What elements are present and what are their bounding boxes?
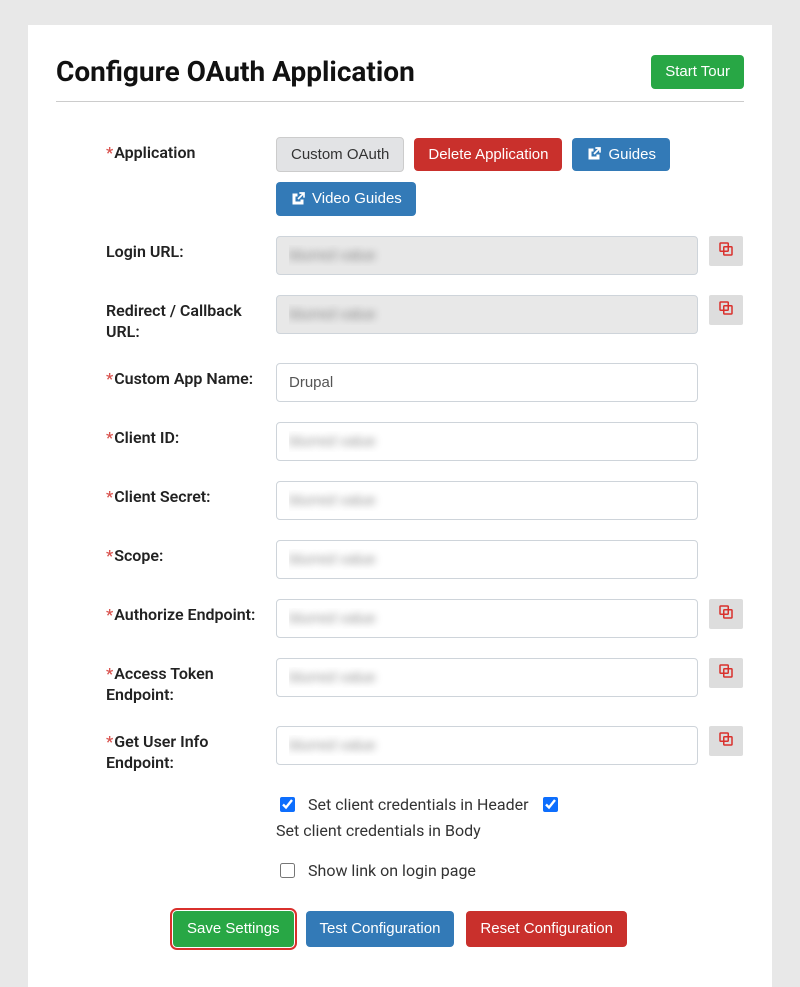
copy-icon: [717, 730, 735, 751]
scope-input[interactable]: [276, 540, 698, 579]
copy-icon: [717, 299, 735, 320]
copy-icon: [717, 240, 735, 261]
save-settings-button[interactable]: Save Settings: [173, 911, 294, 947]
guides-button[interactable]: Guides: [572, 138, 670, 172]
copy-login-url-button[interactable]: [709, 236, 743, 266]
scope-label: *Scope:: [106, 540, 276, 567]
copy-redirect-url-button[interactable]: [709, 295, 743, 325]
application-dropdown[interactable]: Custom OAuth: [276, 137, 404, 173]
test-configuration-button[interactable]: Test Configuration: [306, 911, 455, 947]
access-token-endpoint-input[interactable]: [276, 658, 698, 697]
authorize-endpoint-label: *Authorize Endpoint:: [106, 599, 276, 626]
copy-access-token-button[interactable]: [709, 658, 743, 688]
external-link-icon: [290, 191, 306, 207]
application-label: *Application: [106, 137, 276, 164]
start-tour-button[interactable]: Start Tour: [651, 55, 744, 89]
delete-application-button[interactable]: Delete Application: [414, 138, 562, 172]
page-title: Configure OAuth Application: [56, 55, 415, 88]
redirect-url-input: [276, 295, 698, 334]
show-link-checkbox[interactable]: [280, 863, 295, 878]
credentials-body-label: Set client credentials in Body: [276, 821, 481, 840]
client-secret-input[interactable]: [276, 481, 698, 520]
show-link-label: Show link on login page: [308, 861, 476, 880]
login-url-input: [276, 236, 698, 275]
client-id-label: *Client ID:: [106, 422, 276, 449]
credentials-body-checkbox[interactable]: [543, 797, 558, 812]
credentials-header-label: Set client credentials in Header: [308, 795, 529, 814]
video-guides-button[interactable]: Video Guides: [276, 182, 416, 216]
copy-icon: [717, 603, 735, 624]
custom-app-name-input[interactable]: [276, 363, 698, 402]
reset-configuration-button[interactable]: Reset Configuration: [466, 911, 627, 947]
access-token-endpoint-label: *Access Token Endpoint:: [106, 658, 276, 706]
credentials-header-checkbox[interactable]: [280, 797, 295, 812]
userinfo-endpoint-label: *Get User Info Endpoint:: [106, 726, 276, 774]
client-id-input[interactable]: [276, 422, 698, 461]
client-secret-label: *Client Secret:: [106, 481, 276, 508]
external-link-icon: [586, 146, 602, 162]
divider: [56, 101, 744, 102]
redirect-url-label: Redirect / Callback URL:: [106, 295, 276, 343]
custom-app-name-label: *Custom App Name:: [106, 363, 276, 390]
copy-authorize-button[interactable]: [709, 599, 743, 629]
copy-userinfo-button[interactable]: [709, 726, 743, 756]
authorize-endpoint-input[interactable]: [276, 599, 698, 638]
login-url-label: Login URL:: [106, 236, 276, 263]
copy-icon: [717, 662, 735, 683]
userinfo-endpoint-input[interactable]: [276, 726, 698, 765]
